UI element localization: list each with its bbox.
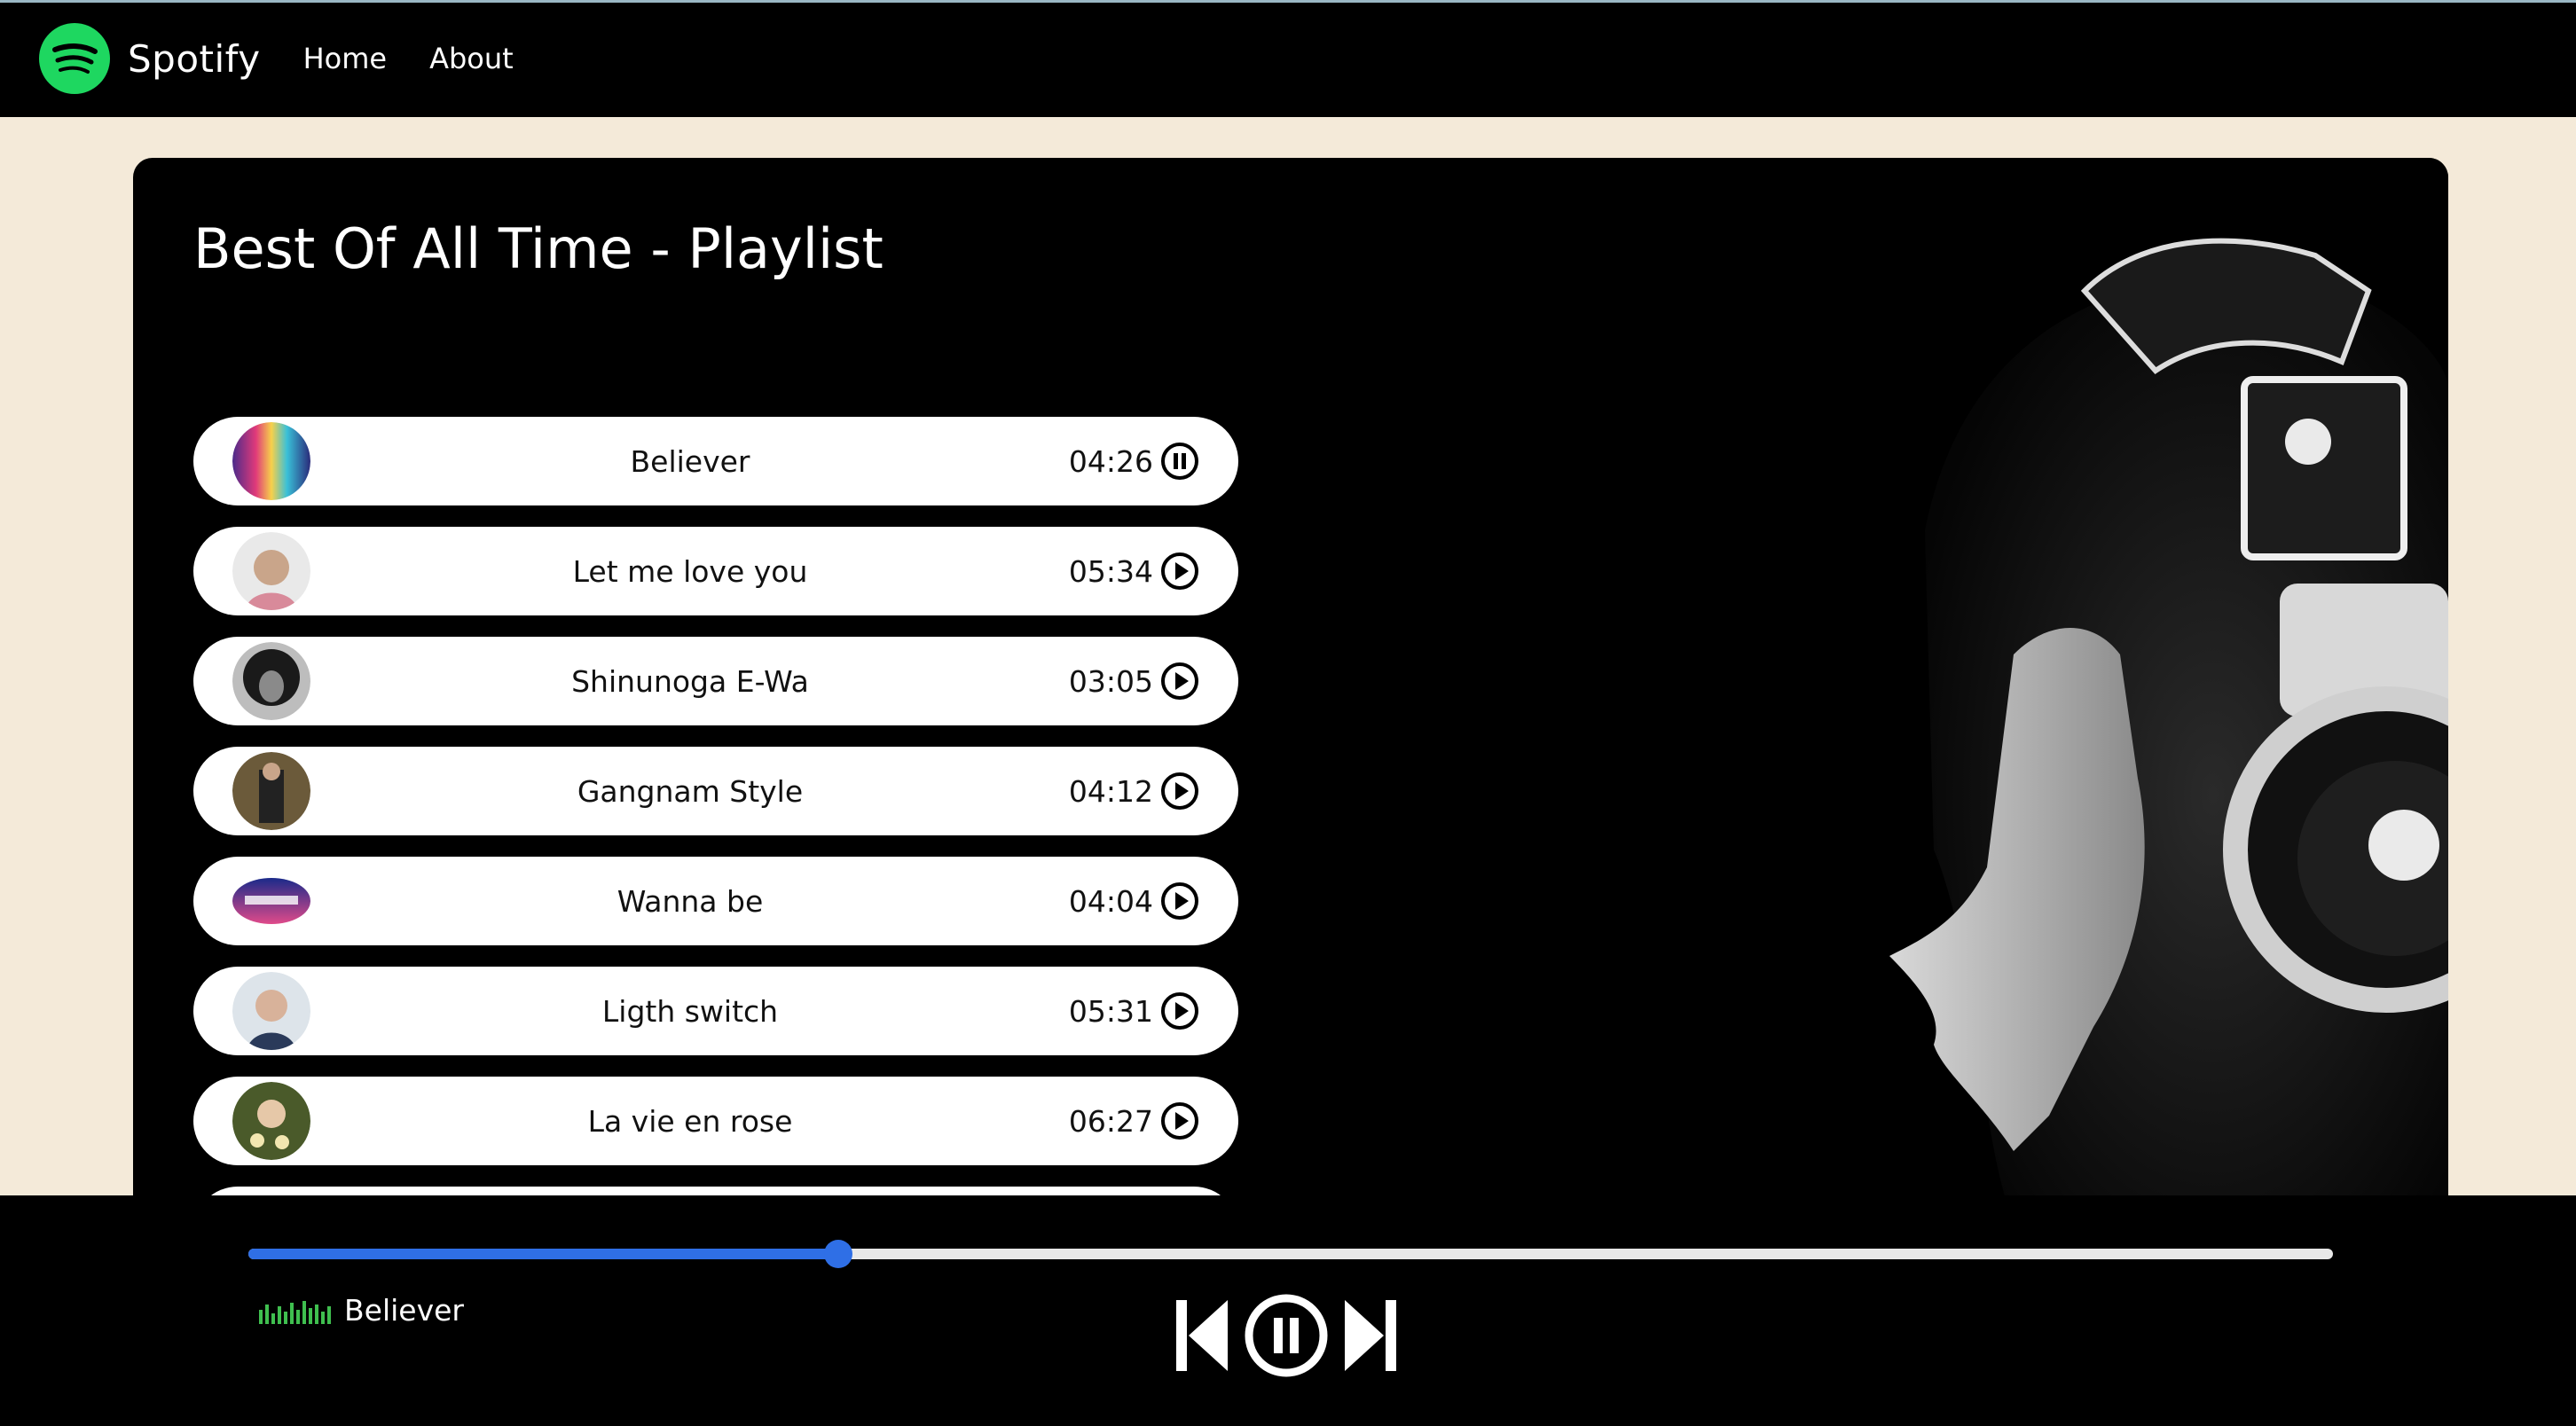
progress-bar[interactable] bbox=[248, 1240, 2333, 1268]
play-icon[interactable] bbox=[1160, 552, 1199, 591]
next-track-icon[interactable] bbox=[1339, 1293, 1402, 1378]
play-icon[interactable] bbox=[1160, 991, 1199, 1030]
playback-controls bbox=[1171, 1293, 1402, 1378]
now-playing: Believer bbox=[259, 1293, 464, 1328]
song-title: Shinunoga E-Wa bbox=[571, 663, 809, 699]
brand-name: Spotify bbox=[128, 36, 261, 81]
song-title: La vie en rose bbox=[587, 1103, 793, 1139]
progress-thumb[interactable] bbox=[824, 1240, 853, 1268]
page: Spotify Home About Best Of All Time - Pl… bbox=[0, 0, 2576, 1426]
song-item[interactable]: La vie en rose 06:27 bbox=[193, 1077, 1238, 1165]
nav-link-about[interactable]: About bbox=[429, 42, 514, 75]
song-item[interactable]: Let me love you 05:34 bbox=[193, 527, 1238, 615]
song-title: Ligth switch bbox=[601, 993, 779, 1029]
song-item[interactable]: Believer 04:26 bbox=[193, 417, 1238, 505]
pause-icon[interactable] bbox=[1244, 1293, 1329, 1378]
song-duration: 04:04 bbox=[1068, 883, 1153, 919]
song-title: Gangnam Style bbox=[577, 773, 804, 809]
spotify-logo-icon bbox=[39, 23, 110, 94]
playlist-card: Best Of All Time - Playlist Believer 04:… bbox=[133, 158, 2448, 1222]
brand[interactable]: Spotify bbox=[39, 23, 261, 94]
song-list: Believer 04:26 Let me love you 05:34 Shi… bbox=[193, 417, 1238, 1222]
song-duration: 04:12 bbox=[1068, 773, 1153, 809]
song-duration: 05:34 bbox=[1068, 553, 1153, 589]
progress-fill bbox=[248, 1249, 839, 1259]
song-duration: 03:05 bbox=[1068, 663, 1153, 699]
song-duration: 06:27 bbox=[1068, 1103, 1153, 1139]
headphones-photo bbox=[1517, 158, 2448, 1222]
song-duration: 04:26 bbox=[1068, 443, 1153, 479]
equalizer-icon bbox=[259, 1300, 331, 1324]
song-duration: 05:31 bbox=[1068, 993, 1153, 1029]
song-item[interactable]: Ligth switch 05:31 bbox=[193, 967, 1238, 1055]
song-title: Wanna be bbox=[617, 883, 764, 919]
song-title: Let me love you bbox=[572, 553, 808, 589]
now-playing-title: Believer bbox=[344, 1293, 464, 1328]
play-icon[interactable] bbox=[1160, 662, 1199, 701]
bottom-player: Believer bbox=[0, 1195, 2576, 1426]
song-item[interactable]: Wanna be 04:04 bbox=[193, 857, 1238, 945]
playlist-title: Best Of All Time - Playlist bbox=[193, 216, 884, 281]
pause-icon[interactable] bbox=[1160, 442, 1199, 481]
play-icon[interactable] bbox=[1160, 881, 1199, 921]
song-title: Believer bbox=[630, 443, 750, 479]
song-item[interactable]: Gangnam Style 04:12 bbox=[193, 747, 1238, 835]
song-item[interactable]: Shinunoga E-Wa 03:05 bbox=[193, 637, 1238, 725]
top-navbar: Spotify Home About bbox=[0, 0, 2576, 117]
previous-track-icon[interactable] bbox=[1171, 1293, 1233, 1378]
play-icon[interactable] bbox=[1160, 772, 1199, 811]
play-icon[interactable] bbox=[1160, 1101, 1199, 1140]
nav-link-home[interactable]: Home bbox=[303, 42, 388, 75]
